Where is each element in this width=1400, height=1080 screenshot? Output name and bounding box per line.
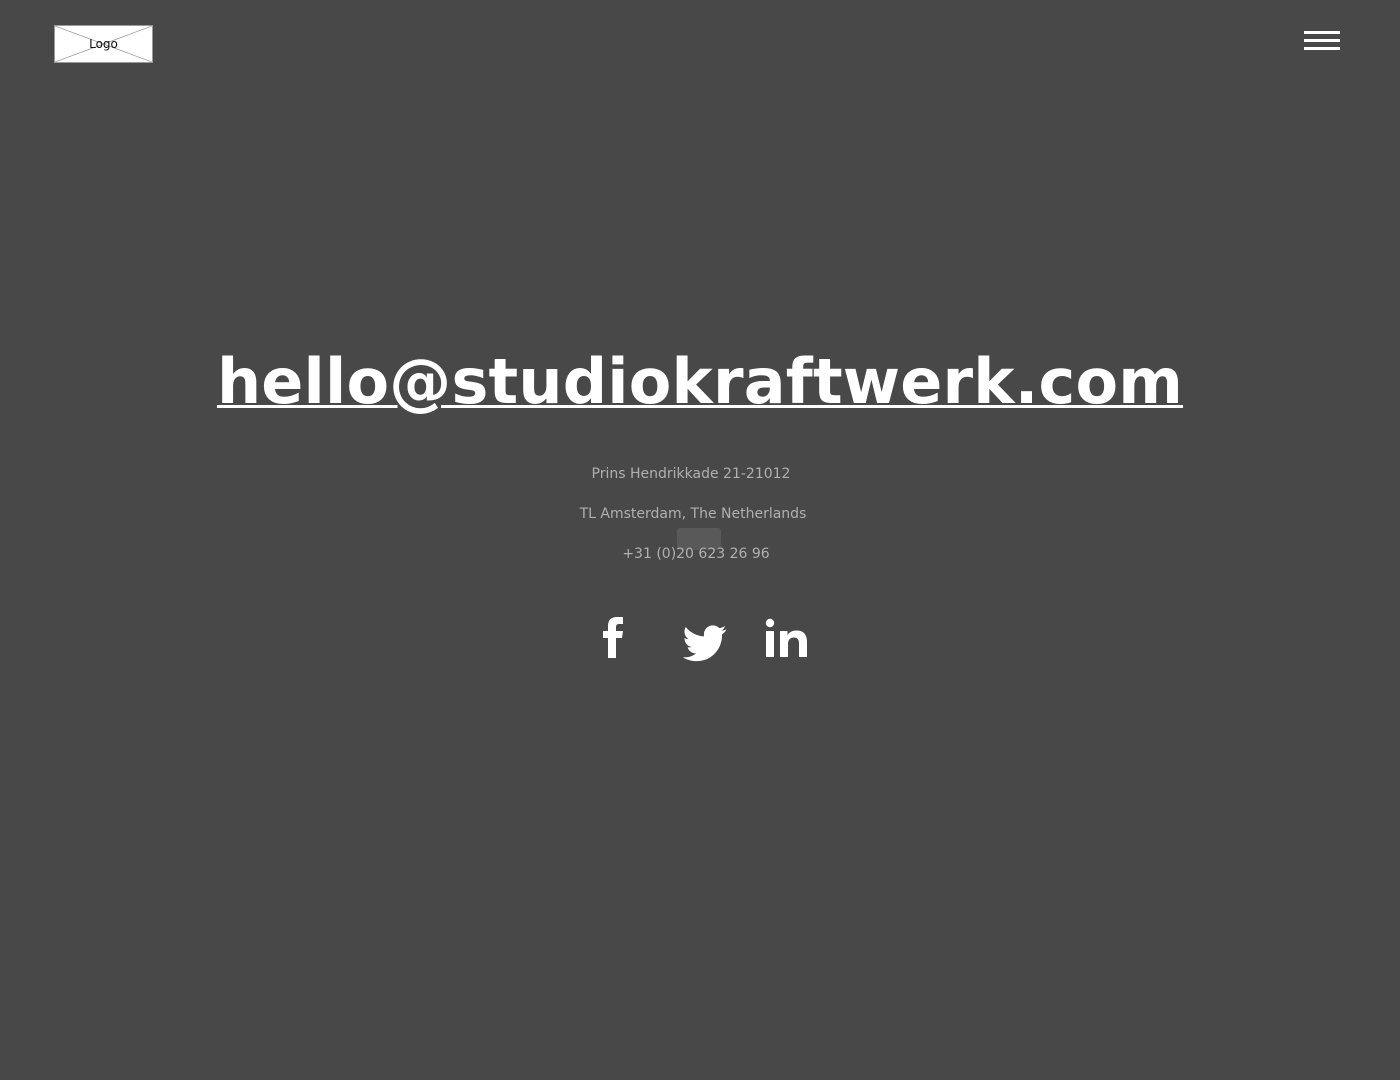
email-link[interactable]: hello@studiokraftwerk.com <box>0 342 1400 422</box>
phone-number[interactable]: +31 (0)20 623 26 96 <box>0 544 1396 564</box>
hamburger-line <box>1304 47 1340 50</box>
logo[interactable]: Logo <box>54 25 153 63</box>
twitter-icon <box>683 625 727 662</box>
facebook-link[interactable] <box>600 614 626 664</box>
hamburger-line <box>1304 39 1340 42</box>
logo-label: Logo <box>89 37 118 51</box>
twitter-link[interactable] <box>683 614 727 664</box>
hamburger-line <box>1304 31 1340 34</box>
linkedin-icon <box>765 618 807 657</box>
address-line-1: Prins Hendrikkade 21-21012 <box>591 466 791 482</box>
address-line-2: TL Amsterdam, The Netherlands <box>579 506 807 522</box>
hamburger-menu-button[interactable] <box>1300 28 1344 60</box>
linkedin-link[interactable] <box>764 614 810 664</box>
facebook-icon <box>603 617 623 658</box>
